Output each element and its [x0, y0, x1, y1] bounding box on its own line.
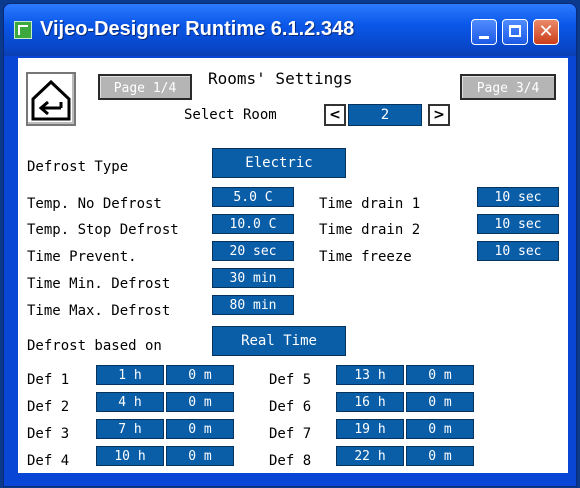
time-freeze-label: Time freeze: [319, 249, 412, 265]
def-1-min[interactable]: 0 m: [166, 365, 234, 385]
def-3-min[interactable]: 0 m: [166, 419, 234, 439]
room-next-button[interactable]: >: [428, 104, 450, 126]
time-drain-2-value[interactable]: 10 sec: [477, 214, 559, 234]
time-freeze-value[interactable]: 10 sec: [477, 241, 559, 261]
def-3-hour[interactable]: 7 h: [96, 419, 164, 439]
def-7-min[interactable]: 0 m: [406, 419, 474, 439]
maximize-icon: [509, 25, 521, 37]
defrost-based-value[interactable]: Real Time: [212, 326, 346, 356]
time-min-defrost-value[interactable]: 30 min: [212, 268, 294, 288]
room-value: 2: [348, 104, 422, 126]
defrost-type-value[interactable]: Electric: [212, 148, 346, 178]
def-8-hour[interactable]: 22 h: [336, 446, 404, 466]
def-2-label: Def 2: [27, 399, 70, 415]
time-max-defrost-label: Time Max. Defrost: [27, 303, 171, 319]
time-min-defrost-label: Time Min. Defrost: [27, 276, 171, 292]
time-drain-1-label: Time drain 1: [319, 196, 421, 212]
def-7-label: Def 7: [269, 426, 312, 442]
room-prev-button[interactable]: <: [324, 104, 346, 126]
page-prev-button[interactable]: Page 1/4: [98, 74, 192, 100]
temp-stop-defrost-value[interactable]: 10.0 C: [212, 214, 294, 234]
time-drain-1-value[interactable]: 10 sec: [477, 187, 559, 207]
close-button[interactable]: ✕: [533, 19, 559, 45]
defrost-type-label: Defrost Type: [27, 159, 129, 175]
runtime-window: Vijeo-Designer Runtime 6.1.2.348 ✕ Page …: [3, 3, 577, 487]
page-next-button[interactable]: Page 3/4: [460, 74, 556, 100]
page-title: Rooms' Settings: [208, 69, 353, 88]
def-3-label: Def 3: [27, 426, 70, 442]
def-5-hour[interactable]: 13 h: [336, 365, 404, 385]
home-button[interactable]: [26, 72, 76, 126]
minimize-icon: [479, 36, 489, 39]
def-1-hour[interactable]: 1 h: [96, 365, 164, 385]
time-drain-2-label: Time drain 2: [319, 222, 421, 238]
def-8-label: Def 8: [269, 453, 312, 469]
def-5-min[interactable]: 0 m: [406, 365, 474, 385]
def-7-hour[interactable]: 19 h: [336, 419, 404, 439]
def-1-label: Def 1: [27, 372, 70, 388]
minimize-button[interactable]: [471, 19, 497, 45]
def-8-min[interactable]: 0 m: [406, 446, 474, 466]
close-icon: ✕: [538, 21, 554, 42]
time-prevent-label: Time Prevent.: [27, 249, 137, 265]
window-title: Vijeo-Designer Runtime 6.1.2.348: [40, 18, 355, 40]
maximize-button[interactable]: [502, 19, 528, 45]
time-prevent-value[interactable]: 20 sec: [212, 241, 294, 261]
def-4-hour[interactable]: 10 h: [96, 446, 164, 466]
def-4-min[interactable]: 0 m: [166, 446, 234, 466]
back-home-icon: [31, 79, 71, 121]
def-6-label: Def 6: [269, 399, 312, 415]
def-4-label: Def 4: [27, 453, 70, 469]
def-5-label: Def 5: [269, 372, 312, 388]
defrost-based-label: Defrost based on: [27, 338, 162, 354]
def-6-min[interactable]: 0 m: [406, 392, 474, 412]
title-bar[interactable]: Vijeo-Designer Runtime 6.1.2.348 ✕: [4, 4, 576, 56]
temp-no-defrost-value[interactable]: 5.0 C: [212, 187, 294, 207]
settings-panel: Page 1/4 Rooms' Settings Page 3/4 Select…: [18, 58, 568, 473]
app-icon: [14, 21, 32, 39]
time-max-defrost-value[interactable]: 80 min: [212, 295, 294, 315]
select-room-label: Select Room: [184, 107, 277, 123]
def-6-hour[interactable]: 16 h: [336, 392, 404, 412]
def-2-min[interactable]: 0 m: [166, 392, 234, 412]
def-2-hour[interactable]: 4 h: [96, 392, 164, 412]
temp-no-defrost-label: Temp. No Defrost: [27, 196, 162, 212]
temp-stop-defrost-label: Temp. Stop Defrost: [27, 222, 179, 238]
